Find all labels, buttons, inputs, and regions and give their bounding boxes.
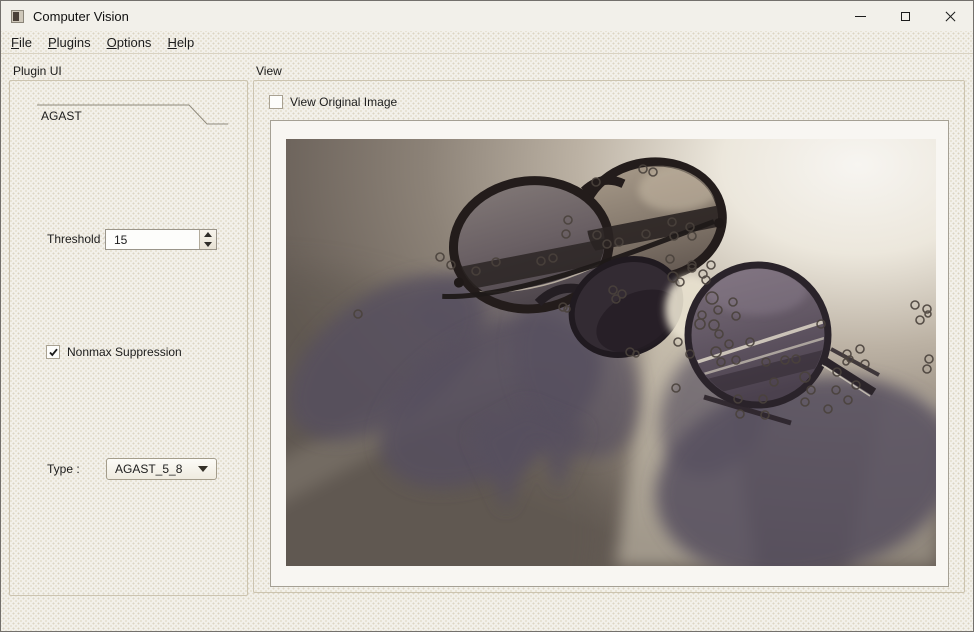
menubar: File Plugins Options Help [1, 31, 973, 54]
minimize-button[interactable] [838, 1, 883, 31]
type-label: Type : [47, 462, 80, 476]
type-value: AGAST_5_8 [107, 462, 198, 476]
window-title: Computer Vision [33, 9, 129, 24]
minimize-icon [855, 16, 866, 17]
app-window: Computer Vision File Plugins Options Hel… [0, 0, 974, 632]
type-combobox[interactable]: AGAST_5_8 [106, 458, 217, 480]
nonmax-checkbox[interactable] [46, 345, 60, 359]
close-icon [945, 11, 956, 22]
image-frame [270, 120, 949, 587]
view-panel: View Original Image [253, 80, 965, 593]
menu-options[interactable]: Options [99, 32, 160, 53]
plugin-panel-title: Plugin UI [13, 64, 62, 78]
checkmark-icon [48, 347, 59, 358]
threshold-label: Threshold : [47, 232, 107, 246]
spin-down-button[interactable] [200, 240, 216, 250]
view-original-label[interactable]: View Original Image [290, 95, 397, 109]
chevron-down-icon [204, 242, 212, 247]
menu-plugins[interactable]: Plugins [40, 32, 99, 53]
maximize-button[interactable] [883, 1, 928, 31]
view-panel-title: View [256, 64, 282, 78]
menu-help[interactable]: Help [159, 32, 202, 53]
view-original-checkbox[interactable] [269, 95, 283, 109]
tab-agast[interactable]: AGAST [41, 109, 82, 123]
spin-up-button[interactable] [200, 230, 216, 240]
dropdown-arrow-icon [198, 466, 208, 472]
app-icon [11, 10, 24, 23]
result-image [286, 139, 936, 566]
view-original-row: View Original Image [269, 95, 397, 109]
chevron-up-icon [204, 232, 212, 237]
window-controls [838, 1, 973, 31]
spin-buttons [199, 230, 216, 249]
plugin-panel: AGAST Threshold : 15 Nonmax Suppression … [9, 80, 248, 596]
menu-file[interactable]: File [3, 32, 40, 53]
nonmax-suppression-row: Nonmax Suppression [46, 345, 182, 359]
close-button[interactable] [928, 1, 973, 31]
maximize-icon [901, 12, 910, 21]
nonmax-label[interactable]: Nonmax Suppression [67, 345, 182, 359]
threshold-spinbox[interactable]: 15 [105, 229, 217, 250]
titlebar: Computer Vision [1, 1, 973, 31]
threshold-value[interactable]: 15 [106, 230, 199, 249]
tab-shape [10, 81, 249, 131]
